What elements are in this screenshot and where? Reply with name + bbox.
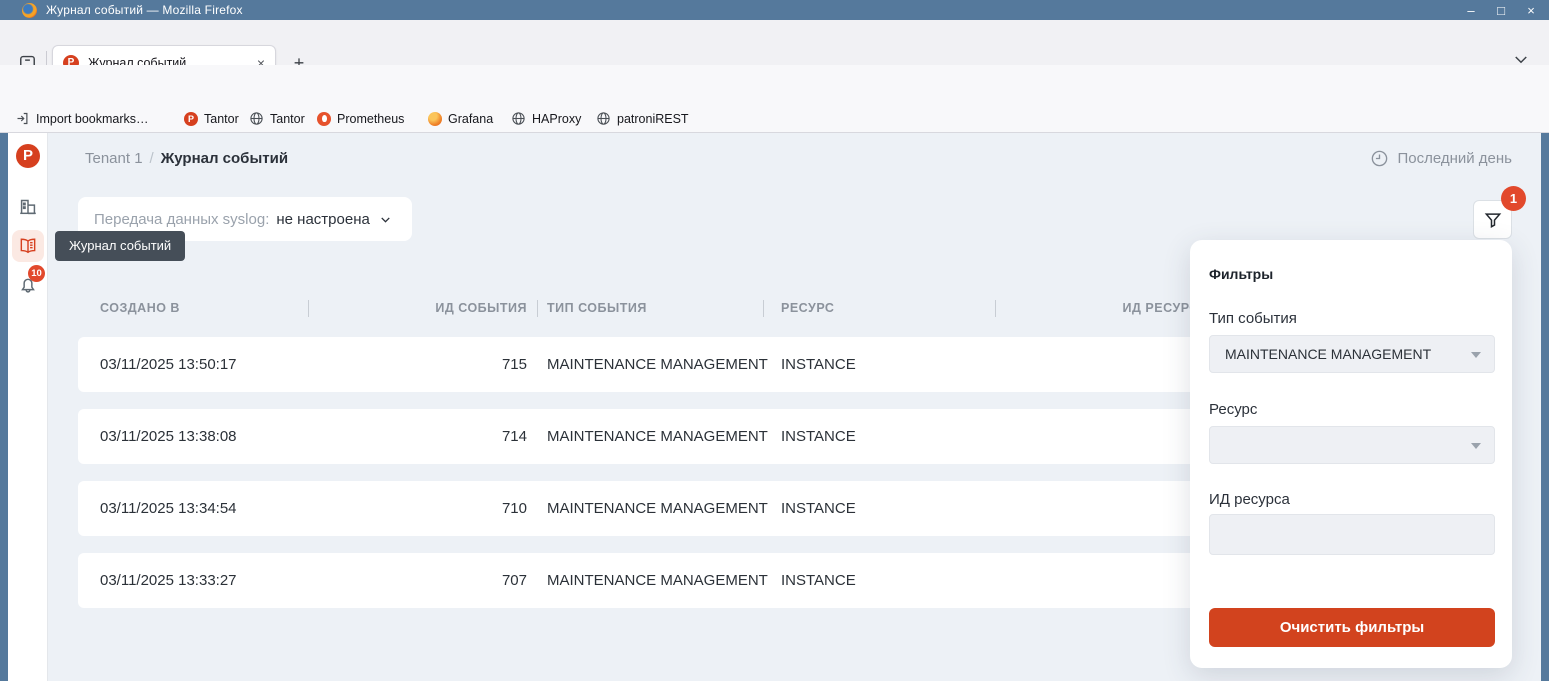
cell-created: 03/11/2025 13:38:08: [100, 409, 300, 464]
column-header-resource[interactable]: РЕСУРС: [781, 295, 941, 322]
cell-event-type: MAINTENANCE MANAGEMENT: [547, 481, 777, 536]
syslog-label: Передача данных syslog:: [94, 211, 269, 228]
sidebar-item-events-active[interactable]: [12, 230, 44, 262]
bookmark-grafana[interactable]: Grafana: [428, 105, 493, 132]
sidebar-item-tenants[interactable]: [17, 195, 39, 217]
bookmarks-bar: Import bookmarks… P Tantor Tantor Promet…: [0, 105, 1549, 133]
window-close-button[interactable]: ×: [1523, 3, 1539, 18]
column-separator: [995, 300, 996, 317]
column-header-event-type[interactable]: ТИП СОБЫТИЯ: [547, 295, 777, 322]
cell-event-id: 714: [318, 409, 527, 464]
cell-created: 03/11/2025 13:33:27: [100, 553, 300, 608]
breadcrumb-parent[interactable]: Tenant 1: [85, 150, 143, 167]
cell-created: 03/11/2025 13:50:17: [100, 337, 300, 392]
window-minimize-button[interactable]: –: [1463, 3, 1479, 18]
notification-badge: 10: [28, 265, 45, 282]
tantor-logo[interactable]: P: [16, 144, 40, 168]
filter-panel: Фильтры Тип события MAINTENANCE MANAGEME…: [1190, 240, 1512, 668]
syslog-value: не настроена: [276, 211, 369, 228]
grafana-icon: [428, 112, 442, 126]
bookmark-label: Tantor: [270, 112, 305, 126]
column-header-resource-id[interactable]: ИД РЕСУРСА: [1018, 295, 1208, 322]
bookmark-tantor-2[interactable]: Tantor: [249, 105, 305, 132]
column-separator: [537, 300, 538, 317]
bookmark-label: patroniREST: [617, 112, 689, 126]
bookmark-label: Import bookmarks…: [36, 112, 149, 126]
tantor-icon: P: [184, 112, 198, 126]
column-separator: [763, 300, 764, 317]
period-label: Последний день: [1397, 150, 1512, 167]
app-sidebar: P 10: [8, 133, 48, 681]
globe-icon: [596, 111, 611, 126]
globe-icon: [511, 111, 526, 126]
resource-id-label: ИД ресурса: [1209, 491, 1495, 508]
filter-count-badge: 1: [1501, 186, 1526, 211]
period-selector[interactable]: Последний день: [1370, 149, 1512, 168]
cell-resource: INSTANCE: [781, 409, 941, 464]
bookmark-import[interactable]: Import bookmarks…: [15, 105, 149, 132]
bookmark-patronirest[interactable]: patroniREST: [596, 105, 689, 132]
clear-filters-button[interactable]: Очистить фильтры: [1209, 608, 1495, 647]
cell-resource: INSTANCE: [781, 481, 941, 536]
event-type-select[interactable]: MAINTENANCE MANAGEMENT: [1209, 335, 1495, 373]
resource-select[interactable]: [1209, 426, 1495, 464]
event-type-label: Тип события: [1209, 310, 1495, 327]
sidebar-tooltip: Журнал событий: [55, 231, 185, 261]
building-icon: [17, 195, 39, 217]
window-titlebar: Журнал событий — Mozilla Firefox – □ ×: [0, 0, 1549, 20]
bookmark-label: Grafana: [448, 112, 493, 126]
cell-event-type: MAINTENANCE MANAGEMENT: [547, 409, 777, 464]
column-header-created[interactable]: СОЗДАНО В: [100, 295, 300, 322]
bookmark-prometheus[interactable]: Prometheus: [317, 105, 404, 132]
cell-event-id: 710: [318, 481, 527, 536]
app-content: P 10 Tenant 1 / Журнал событий Последний…: [8, 133, 1541, 681]
desktop-edge-left: [0, 133, 8, 681]
cell-event-type: MAINTENANCE MANAGEMENT: [547, 553, 777, 608]
prometheus-icon: [317, 112, 331, 126]
clock-icon: [1370, 149, 1389, 168]
column-separator: [308, 300, 309, 317]
column-header-event-id[interactable]: ИД СОБЫТИЯ: [318, 295, 527, 322]
bookmark-label: Tantor: [204, 112, 239, 126]
window-title: Журнал событий — Mozilla Firefox: [46, 3, 243, 17]
cell-event-id: 707: [318, 553, 527, 608]
triangle-down-icon: [1471, 352, 1481, 358]
bookmark-label: HAProxy: [532, 112, 581, 126]
navigation-toolbar: ← → ↻ ⌂ https://education.tantorlabs.ru/…: [0, 65, 1549, 105]
breadcrumb: Tenant 1 / Журнал событий: [85, 150, 288, 167]
cell-resource: INSTANCE: [781, 337, 941, 392]
cell-resource: INSTANCE: [781, 553, 941, 608]
bookmark-haproxy[interactable]: HAProxy: [511, 105, 581, 132]
cell-event-id: 715: [318, 337, 527, 392]
breadcrumb-current: Журнал событий: [161, 150, 288, 167]
filter-panel-title: Фильтры: [1209, 266, 1495, 282]
window-maximize-button[interactable]: □: [1493, 3, 1509, 18]
cell-created: 03/11/2025 13:34:54: [100, 481, 300, 536]
chevron-down-icon: [378, 212, 393, 227]
import-icon: [15, 111, 30, 126]
triangle-down-icon: [1471, 443, 1481, 449]
breadcrumb-separator: /: [150, 150, 154, 167]
resource-id-input[interactable]: [1209, 514, 1495, 555]
bookmark-label: Prometheus: [337, 112, 404, 126]
funnel-icon: [1483, 210, 1503, 230]
journal-book-icon: [18, 236, 38, 256]
resource-label: Ресурс: [1209, 401, 1495, 418]
globe-icon: [249, 111, 264, 126]
event-type-value: MAINTENANCE MANAGEMENT: [1210, 336, 1494, 372]
bookmark-tantor-1[interactable]: P Tantor: [184, 105, 239, 132]
desktop-edge-right: [1541, 133, 1549, 681]
tab-bar: P Журнал событий × +: [0, 20, 1549, 65]
cell-event-type: MAINTENANCE MANAGEMENT: [547, 337, 777, 392]
firefox-logo-icon: [22, 3, 37, 18]
